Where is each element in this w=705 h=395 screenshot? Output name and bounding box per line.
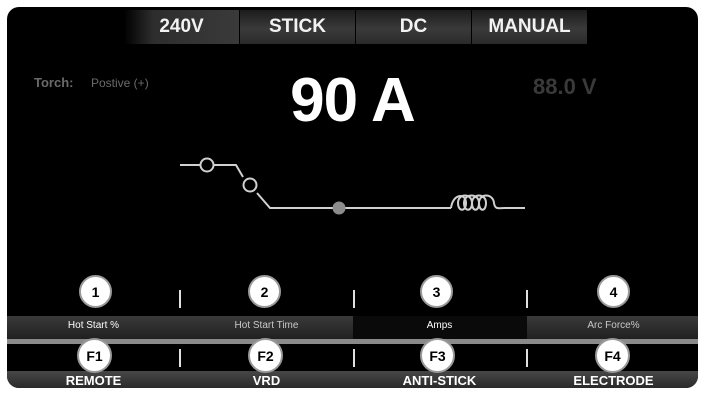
- param-label-hot-start: Hot Start %: [67, 320, 120, 331]
- function-button-f1[interactable]: F1: [77, 338, 112, 373]
- param-label-arc-force: Arc Force%: [587, 320, 640, 331]
- param-label-hot-start-time: Hot Start Time: [234, 320, 299, 331]
- param-button-2[interactable]: 2: [248, 275, 281, 308]
- param-button-3[interactable]: 3: [420, 275, 453, 308]
- function-divider: [353, 349, 355, 367]
- welder-display: 240V STICK DC MANUAL Torch: Postive (+) …: [7, 7, 698, 388]
- hot-start-time-node[interactable]: [242, 177, 258, 193]
- param-button-4[interactable]: 4: [597, 275, 630, 308]
- curve-path: [180, 164, 451, 209]
- hot-start-node[interactable]: [199, 157, 215, 173]
- arc-force-coil-icon: [450, 194, 525, 211]
- function-label-vrd: VRD: [252, 373, 281, 388]
- function-button-f4[interactable]: F4: [595, 338, 630, 373]
- param-divider: [353, 290, 355, 308]
- function-button-f3[interactable]: F3: [420, 338, 455, 373]
- function-label-anti-stick: ANTI-STICK: [402, 373, 477, 388]
- param-button-1[interactable]: 1: [79, 275, 112, 308]
- weld-parameter-curve: [180, 157, 525, 215]
- function-label-electrode: ELECTRODE: [573, 373, 654, 388]
- function-button-f2[interactable]: F2: [248, 338, 283, 373]
- param-divider: [526, 290, 528, 308]
- function-divider: [526, 349, 528, 367]
- param-divider: [179, 290, 181, 308]
- amps-active-node[interactable]: [332, 201, 346, 215]
- function-label-remote: REMOTE: [65, 373, 122, 388]
- row-separator: [7, 339, 698, 344]
- param-label-amps: Amps: [426, 320, 453, 331]
- function-divider: [179, 349, 181, 367]
